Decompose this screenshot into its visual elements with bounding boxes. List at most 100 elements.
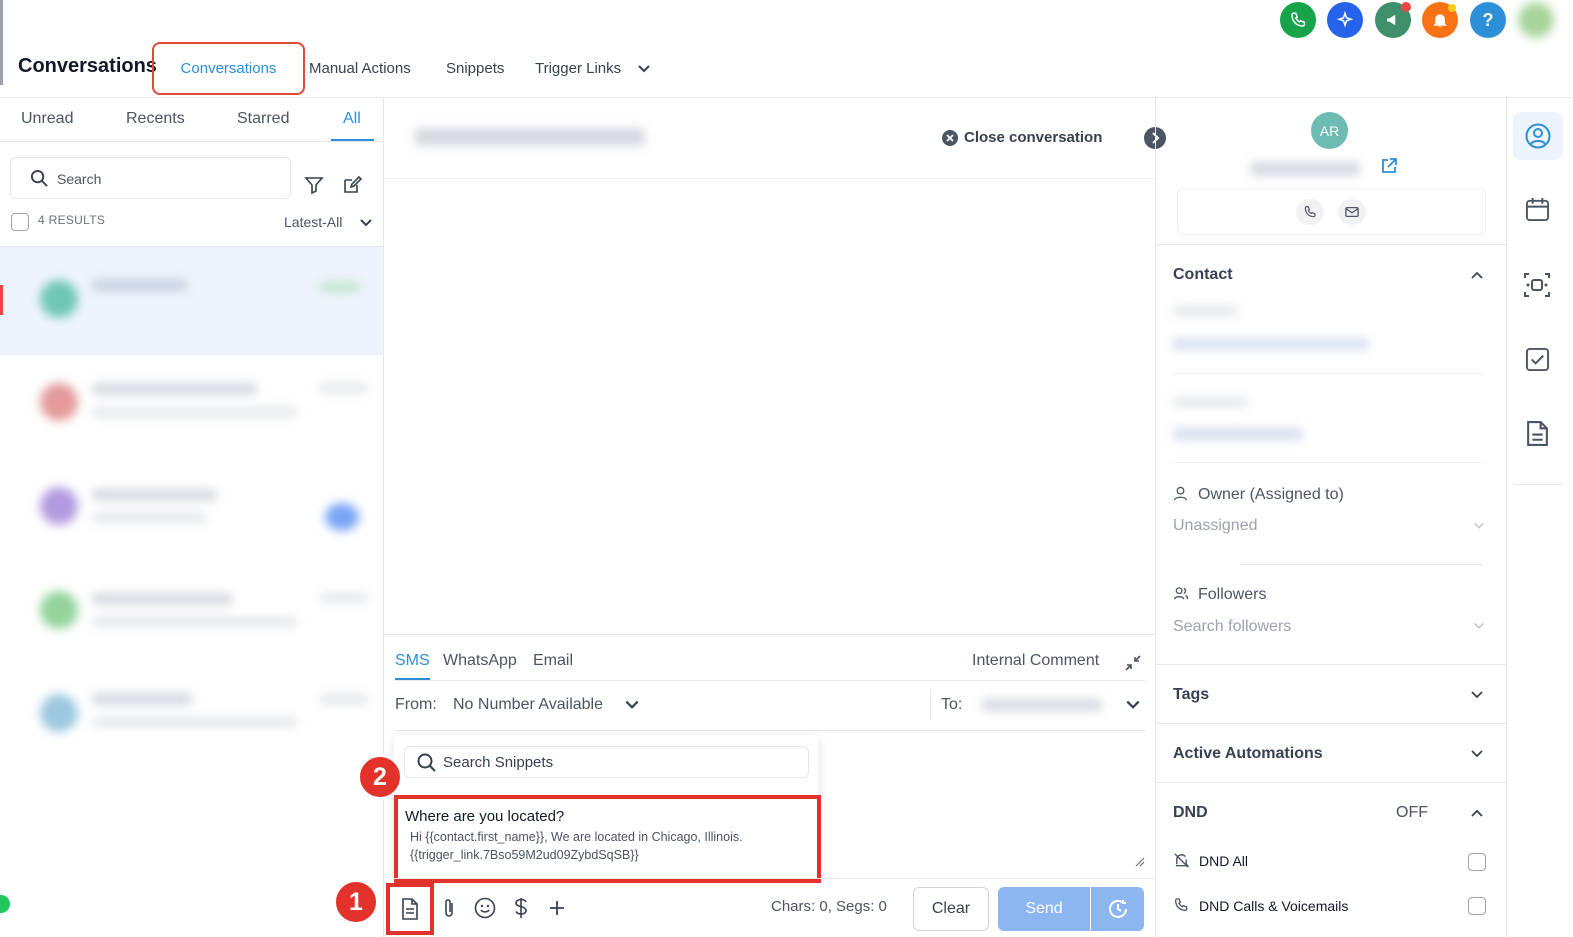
list-item[interactable] [0,571,383,679]
compose-icon[interactable] [342,175,362,195]
tab-unread[interactable]: Unread [21,110,73,128]
tab-whatsapp[interactable]: WhatsApp [443,652,517,670]
chevron-down-icon[interactable] [359,216,373,230]
user-circle-icon [1525,123,1551,149]
send-button[interactable]: Send [998,887,1090,931]
divider [1173,462,1483,463]
sort-dropdown[interactable]: Latest-All [284,214,342,230]
filter-icon[interactable] [304,175,324,195]
divider [930,690,931,720]
message-preview [92,513,207,523]
opportunities-icon[interactable] [1523,272,1551,298]
contact-name [92,693,192,705]
phone-icon[interactable] [1280,2,1316,38]
contact-name [92,489,217,501]
dnd-all-checkbox[interactable] [1468,853,1486,871]
minimize-icon[interactable] [1124,654,1142,672]
list-item[interactable] [0,463,383,571]
email-contact-button[interactable] [1338,199,1366,225]
task-checkbox-icon[interactable] [1525,347,1550,372]
call-contact-button[interactable] [1296,199,1324,225]
emoji-icon[interactable] [474,897,496,919]
timestamp [318,383,368,393]
plus-icon[interactable] [547,898,567,918]
contact-section-title: Contact [1173,266,1233,283]
document-icon [400,898,420,920]
from-label: From: [395,696,437,713]
field-label [1173,306,1238,316]
chevron-down-icon[interactable] [1473,620,1485,632]
conversation-title [415,128,645,146]
list-item[interactable] [0,247,383,355]
followers-search-input[interactable]: Search followers [1173,618,1291,636]
dnd-status: OFF [1396,804,1428,821]
nav-tab-conversations[interactable]: Conversations [152,42,305,95]
followers-label: Followers [1198,586,1267,603]
dnd-calls-checkbox[interactable] [1468,897,1486,915]
list-item[interactable] [0,355,383,463]
resize-handle-icon[interactable] [1133,855,1145,867]
step-marker-2: 2 [357,754,403,800]
list-item[interactable] [0,679,383,787]
help-icon[interactable]: ? [1470,2,1506,38]
notes-icon[interactable] [1526,420,1549,447]
contact-details-tab[interactable] [1513,112,1563,160]
from-number-select[interactable]: No Number Available [453,696,603,714]
sparkle-icon[interactable] [1327,2,1363,38]
close-conversation-button[interactable]: Close conversation [942,129,1102,146]
chevron-up-icon[interactable] [1470,806,1484,820]
calendar-icon[interactable] [1525,197,1550,222]
to-label: To: [941,696,963,713]
nav-tab-manual-actions[interactable]: Manual Actions [309,60,411,77]
nav-tab-snippets[interactable]: Snippets [446,60,504,77]
tab-recents[interactable]: Recents [126,110,185,128]
contact-name [92,383,257,395]
tags-section-title[interactable]: Tags [1173,686,1209,704]
divider [1173,373,1483,374]
owner-select[interactable]: Unassigned [1173,517,1258,535]
divider [1155,782,1506,783]
chevron-down-icon[interactable] [624,697,640,713]
contact-name [1250,162,1360,176]
attachment-icon[interactable] [440,897,458,919]
nav-tab-conversations-label: Conversations [180,60,277,77]
search-input[interactable]: Search [10,157,291,199]
dollar-icon[interactable] [512,896,530,920]
message-preview [92,717,297,727]
snippet-search-placeholder: Search Snippets [443,754,554,771]
divider [395,680,1145,681]
tab-sms[interactable]: SMS [395,652,430,670]
avatar[interactable] [1518,2,1554,38]
select-all-checkbox[interactable] [11,213,29,231]
to-number[interactable] [982,699,1102,711]
contact-email [1173,338,1368,350]
contact-name [92,593,232,605]
close-icon [942,129,958,146]
contact-avatar: AR [1311,112,1348,149]
tab-email[interactable]: Email [533,652,573,670]
chevron-down-icon[interactable] [1473,520,1485,532]
snippets-button[interactable] [386,883,434,935]
tab-all[interactable]: All [343,110,361,128]
nav-tab-trigger-links[interactable]: Trigger Links [535,60,621,77]
message-preview [92,407,297,417]
chevron-down-icon[interactable] [1470,688,1484,702]
header-divider [384,178,1154,179]
user-icon [1173,486,1188,501]
schedule-button[interactable] [1091,887,1144,931]
chevron-up-icon[interactable] [1470,268,1484,282]
chevron-down-icon[interactable] [637,62,651,76]
clear-button[interactable]: Clear [913,887,989,931]
chevron-down-icon[interactable] [1470,747,1484,761]
chevron-down-icon[interactable] [1125,697,1141,713]
snippet-item[interactable]: Where are you located? Hi {{contact.firs… [394,795,821,883]
tab-starred[interactable]: Starred [237,110,289,128]
active-automations-section-title[interactable]: Active Automations [1173,745,1323,763]
timestamp [320,593,368,603]
divider [395,730,1145,731]
external-link-icon[interactable] [1380,157,1398,175]
close-conversation-label: Close conversation [964,129,1103,146]
dnd-calls-label: DND Calls & Voicemails [1199,898,1349,914]
snippet-search-input[interactable]: Search Snippets [404,746,809,778]
tab-internal-comment[interactable]: Internal Comment [972,652,1099,670]
